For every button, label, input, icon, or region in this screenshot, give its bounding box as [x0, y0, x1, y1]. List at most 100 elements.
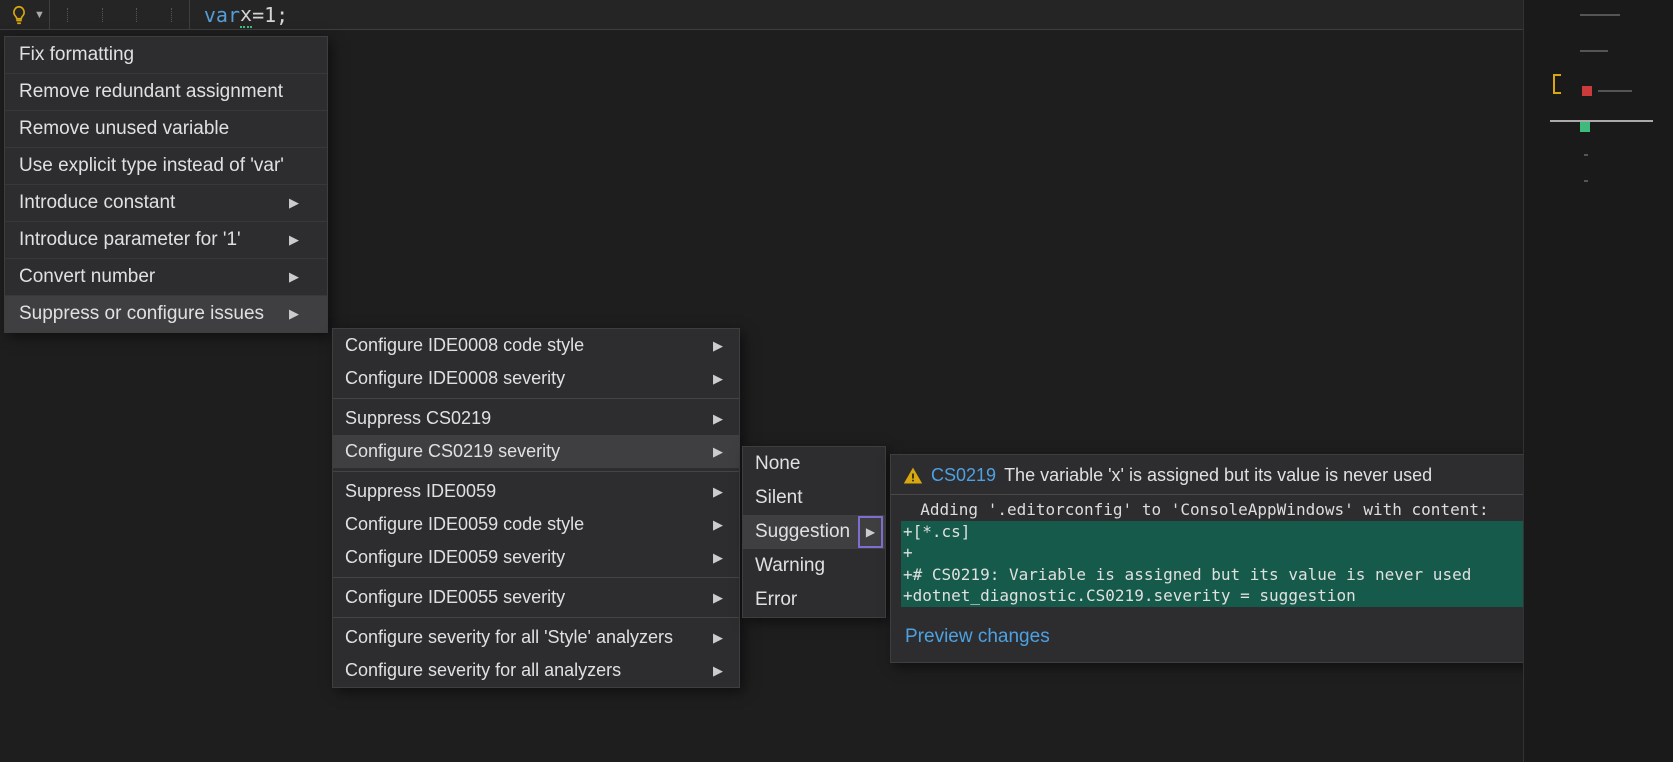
menu-item-label: Suggestion: [755, 521, 850, 543]
menu-item[interactable]: Configure IDE0059 severity ▶: [333, 541, 739, 574]
chevron-right-icon: ▶: [289, 195, 299, 211]
menu-item[interactable]: Suppress IDE0059 ▶: [333, 475, 739, 508]
severity-option[interactable]: None: [743, 447, 885, 481]
diff-added-line: +: [901, 542, 1549, 564]
menu-item-label: Configure IDE0008 code style: [345, 335, 584, 356]
menu-item-label: Remove unused variable: [19, 118, 229, 140]
warning-icon: [903, 466, 923, 486]
severity-option[interactable]: Error: [743, 583, 885, 617]
chevron-right-icon: ▶: [713, 484, 723, 500]
menu-item[interactable]: Suppress or configure issues ▶: [5, 296, 327, 332]
menu-item-label: Convert number: [19, 266, 155, 288]
severity-option[interactable]: Warning: [743, 549, 885, 583]
editor-line: ▼ var x=1;: [0, 0, 1673, 30]
chevron-right-icon: ▶: [713, 590, 723, 606]
preview-footer: Preview changes: [891, 613, 1559, 662]
minimap-mark: [1598, 90, 1632, 92]
minimap-mark: [1584, 154, 1588, 156]
chevron-right-icon: ▶: [289, 306, 299, 322]
preview-body: Adding '.editorconfig' to 'ConsoleAppWin…: [891, 495, 1559, 613]
preview-panel: CS0219 The variable 'x' is assigned but …: [890, 454, 1560, 663]
menu-item[interactable]: Convert number ▶: [5, 259, 327, 296]
diagnostic-message: The variable 'x' is assigned but its val…: [1004, 465, 1432, 486]
editor-gutter: [50, 0, 190, 29]
menu-separator: [333, 398, 739, 399]
caret-down-icon: ▼: [34, 9, 45, 21]
menu-item[interactable]: Configure IDE0008 code style ▶: [333, 329, 739, 362]
code-rest: =1;: [252, 3, 288, 27]
menu-item-label: Configure severity for all analyzers: [345, 660, 621, 681]
minimap-mark: [1580, 50, 1608, 52]
chevron-right-icon: ▶: [858, 516, 883, 548]
quick-actions-menu: Fix formatting Remove redundant assignmen…: [4, 36, 328, 333]
menu-item[interactable]: Fix formatting: [5, 37, 327, 74]
variable-x: x: [240, 2, 252, 28]
diff-added-line: +# CS0219: Variable is assigned but its …: [901, 564, 1549, 586]
chevron-right-icon: ▶: [713, 444, 723, 460]
menu-item-label: Configure IDE0059 severity: [345, 547, 565, 568]
diagnostic-code: CS0219: [931, 465, 996, 486]
preview-changes-link[interactable]: Preview changes: [905, 626, 1050, 647]
severity-submenu: None Silent Suggestion ▶ Warning Error: [742, 446, 886, 618]
minimap-error-marker: [1582, 86, 1592, 96]
menu-item-label: Configure IDE0055 severity: [345, 587, 565, 608]
menu-separator: [333, 471, 739, 472]
preview-caption: Adding '.editorconfig' to 'ConsoleAppWin…: [901, 500, 1489, 519]
menu-item-label: Silent: [755, 487, 803, 509]
menu-separator: [333, 617, 739, 618]
code-text[interactable]: var x=1;: [190, 2, 288, 28]
menu-item[interactable]: Introduce parameter for '1' ▶: [5, 222, 327, 259]
chevron-right-icon: ▶: [713, 663, 723, 679]
menu-item[interactable]: Remove unused variable: [5, 111, 327, 148]
minimap-mark: [1584, 180, 1588, 182]
menu-item[interactable]: Use explicit type instead of 'var': [5, 148, 327, 185]
menu-item[interactable]: Configure IDE0008 severity ▶: [333, 362, 739, 395]
menu-item-label: Configure IDE0059 code style: [345, 514, 584, 535]
menu-item-label: Suppress CS0219: [345, 408, 491, 429]
chevron-right-icon: ▶: [289, 232, 299, 248]
chevron-right-icon: ▶: [713, 338, 723, 354]
chevron-right-icon: ▶: [289, 269, 299, 285]
minimap-mark: [1580, 14, 1620, 16]
minimap-separator: [1550, 120, 1653, 122]
suppress-configure-submenu: Configure IDE0008 code style▶Configure I…: [332, 328, 740, 688]
diff-added-line: +[*.cs]: [901, 521, 1549, 543]
menu-separator: [333, 577, 739, 578]
chevron-right-icon: ▶: [713, 371, 723, 387]
menu-item-label: Suppress IDE0059: [345, 481, 496, 502]
menu-item-label: Configure CS0219 severity: [345, 441, 560, 462]
menu-item-label: Fix formatting: [19, 44, 134, 66]
severity-option[interactable]: Suggestion ▶: [743, 515, 885, 549]
menu-item[interactable]: Configure IDE0059 code style ▶: [333, 508, 739, 541]
menu-item-label: None: [755, 453, 800, 475]
minimap-viewport-indicator: [1553, 74, 1561, 94]
menu-item[interactable]: Configure IDE0055 severity ▶: [333, 581, 739, 614]
menu-item-label: Suppress or configure issues: [19, 303, 264, 325]
lightbulb-button[interactable]: ▼: [0, 0, 50, 29]
menu-item-label: Remove redundant assignment: [19, 81, 283, 103]
menu-item-label: Introduce constant: [19, 192, 175, 214]
menu-item-label: Configure IDE0008 severity: [345, 368, 565, 389]
menu-item[interactable]: Remove redundant assignment: [5, 74, 327, 111]
menu-item-label: Warning: [755, 555, 825, 577]
menu-item-label: Introduce parameter for '1': [19, 229, 241, 251]
menu-item-label: Use explicit type instead of 'var': [19, 155, 284, 177]
minimap[interactable]: [1523, 0, 1673, 762]
chevron-right-icon: ▶: [713, 630, 723, 646]
minimap-info-marker: [1580, 122, 1590, 132]
menu-item-label: Error: [755, 589, 797, 611]
severity-option[interactable]: Silent: [743, 481, 885, 515]
menu-item[interactable]: Configure CS0219 severity ▶: [333, 435, 739, 468]
chevron-right-icon: ▶: [713, 550, 723, 566]
preview-header: CS0219 The variable 'x' is assigned but …: [891, 455, 1559, 495]
menu-item[interactable]: Suppress CS0219 ▶: [333, 402, 739, 435]
keyword-var: var: [204, 3, 240, 27]
lightbulb-icon: [8, 4, 30, 26]
diff-added-line: +dotnet_diagnostic.CS0219.severity = sug…: [901, 585, 1549, 607]
menu-item[interactable]: Introduce constant ▶: [5, 185, 327, 222]
chevron-right-icon: ▶: [713, 411, 723, 427]
menu-item-label: Configure severity for all 'Style' analy…: [345, 627, 673, 648]
menu-item[interactable]: Configure severity for all 'Style' analy…: [333, 621, 739, 654]
menu-item[interactable]: Configure severity for all analyzers ▶: [333, 654, 739, 687]
chevron-right-icon: ▶: [713, 517, 723, 533]
